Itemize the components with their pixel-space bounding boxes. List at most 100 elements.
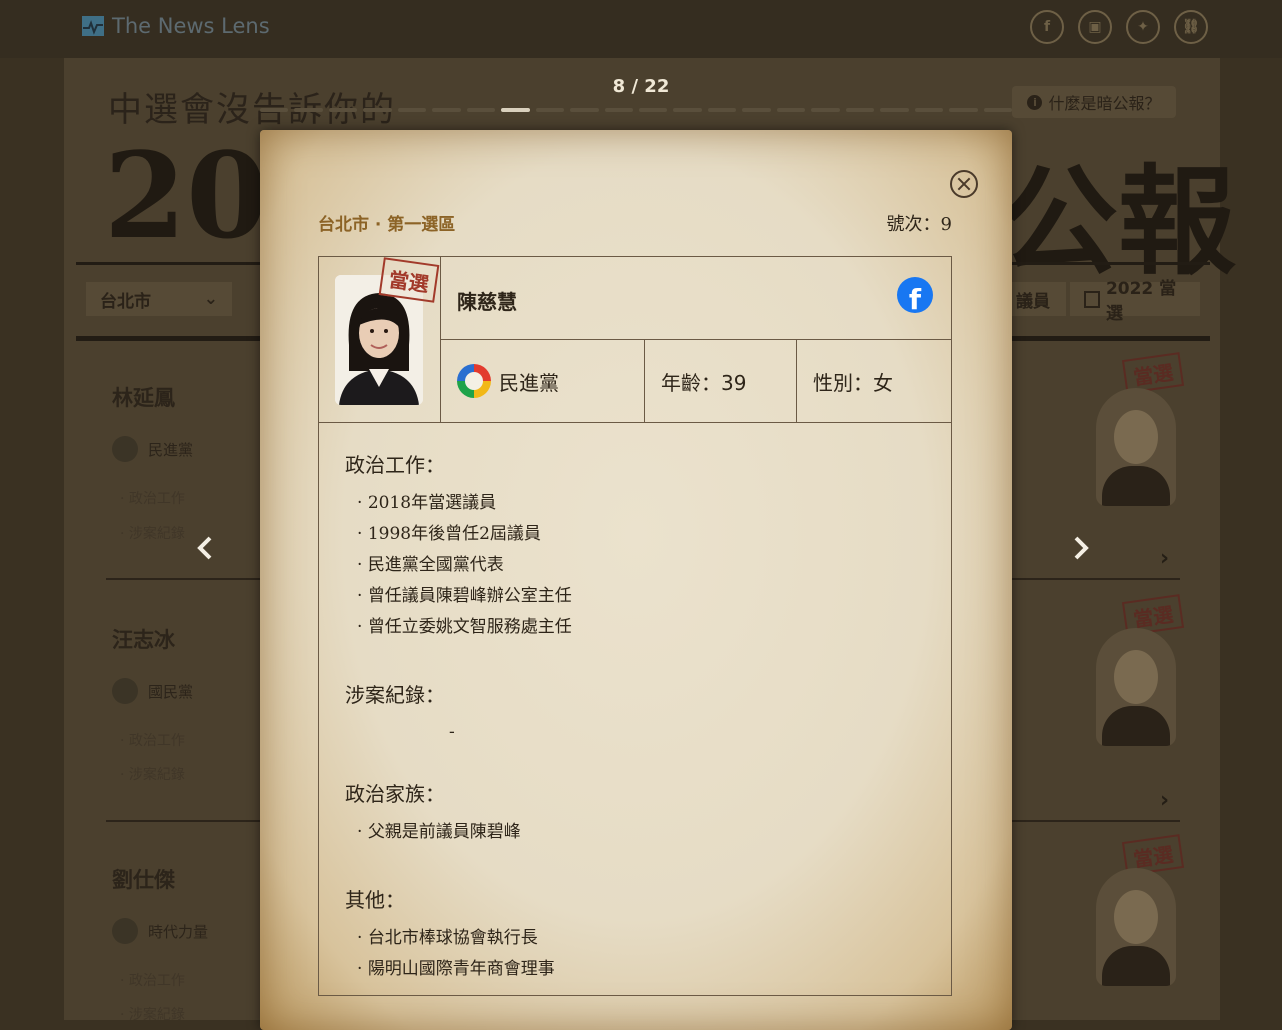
bg-row: · 政治工作 (120, 491, 185, 507)
section-list: 父親是前議員陳碧峰 (345, 817, 925, 848)
top-bar: The News Lens f ▣ ✦ ⛓ (0, 0, 1282, 58)
bg-row: · 涉案紀錄 (120, 767, 185, 783)
gender-cell: 性別：女 (797, 340, 951, 423)
party-label: 民進黨 (499, 370, 559, 395)
filter-chip-partial-label: 議員 (1016, 291, 1050, 312)
progress-segment (501, 108, 530, 112)
next-arrow-icon[interactable] (1066, 530, 1096, 566)
progress-segment (673, 108, 702, 112)
bg-party-label: 民進黨 (148, 440, 194, 459)
progress-segment (570, 108, 599, 112)
name-row: 陳慈慧 f (441, 257, 951, 340)
chevron-right-icon[interactable]: › (1160, 788, 1169, 813)
progress-segment (638, 108, 668, 112)
filter-2022-checkbox[interactable]: 2022 當選 (1070, 279, 1200, 324)
progress-segment (432, 108, 461, 112)
section-list: 台北市棒球協會執行長 陽明山國際青年商會理事 (345, 923, 925, 985)
section-political-family: 政治家族： 父親是前議員陳碧峰 (345, 778, 925, 848)
list-item: 台北市棒球協會執行長 (345, 923, 925, 954)
chevron-down-icon: ⌄ (203, 289, 218, 309)
bg-row: · 政治工作 (120, 973, 185, 989)
section-title: 涉案紀錄： (345, 683, 445, 707)
progress-segment (260, 108, 289, 112)
candidate-details: 政治工作： 2018年當選議員 1998年後曾任2屆議員 民進黨全國黨代表 曾任… (345, 449, 925, 985)
bg-candidate-party: 時代力量 (112, 918, 208, 944)
bg-title-end: 公報 (1000, 152, 1237, 291)
city-select-label: 台北市 (100, 291, 151, 312)
progress-bar (260, 108, 1012, 112)
progress-segment (397, 108, 427, 112)
party-emblem-icon (112, 678, 138, 704)
twitter-share-icon[interactable]: ✦ (1126, 10, 1160, 44)
logo-mark-icon (82, 16, 104, 36)
bg-candidate-party: 國民黨 (112, 678, 193, 704)
bg-party-label: 時代力量 (148, 922, 209, 941)
filter-2022-label: 2022 當選 (1105, 279, 1177, 324)
progress-segment (914, 108, 944, 112)
list-item: 1998年後曾任2屆議員 (345, 519, 925, 550)
district-label: 台北市 · 第一選區 (318, 215, 456, 235)
progress-segment (983, 108, 1012, 112)
bg-candidate-name: 林延鳳 (112, 385, 175, 410)
list-item: 陽明山國際青年商會理事 (345, 954, 925, 985)
close-icon[interactable] (950, 170, 978, 198)
section-title: 政治家族： (345, 782, 445, 806)
party-emblem-icon (112, 436, 138, 462)
facebook-icon[interactable]: f (897, 277, 933, 313)
age-cell: 年齡：39 (645, 340, 797, 423)
bg-row: · 涉案紀錄 (120, 526, 185, 542)
prev-arrow-icon[interactable] (190, 530, 220, 566)
list-item: 民進黨全國黨代表 (345, 550, 925, 581)
progress-segment (294, 108, 323, 112)
progress-segment (363, 108, 392, 112)
age-label: 年齡：39 (661, 370, 747, 395)
candidate-card: 當選 陳慈慧 f 民進黨 年齡：39 性別：女 政治工作： 2018年當選議員 … (318, 256, 952, 996)
progress-segment (466, 108, 496, 112)
bg-candidate-photo (1096, 868, 1176, 986)
dpp-emblem-icon (457, 364, 491, 398)
filter-chip-partial[interactable]: 議員 (1010, 282, 1066, 316)
bg-candidate-photo (1096, 388, 1176, 506)
progress-segment (604, 108, 633, 112)
logo-text: The News Lens (112, 14, 270, 38)
progress-segment (535, 108, 565, 112)
section-title: 其他： (345, 888, 405, 912)
section-legal-record: 涉案紀錄： - (345, 679, 925, 742)
progress-segment (776, 108, 806, 112)
progress-segment (845, 108, 875, 112)
bg-candidate-party: 民進黨 (112, 436, 193, 462)
section-other: 其他： 台北市棒球協會執行長 陽明山國際青年商會理事 (345, 884, 925, 985)
site-logo[interactable]: The News Lens (82, 14, 270, 38)
line-share-icon[interactable]: ▣ (1078, 10, 1112, 44)
photo-cell: 當選 (319, 257, 441, 423)
candidate-modal: 台北市 · 第一選區 號次：9 當選 陳慈慧 f 民進黨 年齡：39 性別：女 … (260, 130, 1012, 1030)
list-item: 曾任立委姚文智服務處主任 (345, 612, 925, 643)
empty-value: - (449, 722, 455, 742)
city-select[interactable]: 台北市 ⌄ (86, 282, 232, 316)
checkbox-icon (1084, 290, 1100, 308)
list-item: 父親是前議員陳碧峰 (345, 817, 925, 848)
list-item: 曾任議員陳碧峰辦公室主任 (345, 581, 925, 612)
gender-label: 性別：女 (813, 370, 893, 395)
candidate-name: 陳慈慧 (457, 290, 517, 314)
section-title: 政治工作： (345, 453, 445, 477)
facebook-share-icon[interactable]: f (1030, 10, 1064, 44)
bg-row: · 涉案紀錄 (120, 1007, 185, 1023)
list-item: 2018年當選議員 (345, 488, 925, 519)
progress-segment (328, 108, 358, 112)
bg-candidate-name: 汪志冰 (112, 627, 175, 652)
progress-segment (811, 108, 840, 112)
link-share-icon[interactable]: ⛓ (1174, 10, 1208, 44)
bg-row: · 政治工作 (120, 733, 185, 749)
progress-segment (949, 108, 978, 112)
chevron-right-icon[interactable]: › (1160, 546, 1169, 571)
section-list: 2018年當選議員 1998年後曾任2屆議員 民進黨全國黨代表 曾任議員陳碧峰辦… (345, 488, 925, 643)
section-political-work: 政治工作： 2018年當選議員 1998年後曾任2屆議員 民進黨全國黨代表 曾任… (345, 449, 925, 643)
bg-candidate-name: 劉仕傑 (112, 867, 175, 892)
progress-segment (880, 108, 909, 112)
progress-segment (742, 108, 771, 112)
ballot-number: 號次：9 (886, 214, 952, 235)
bg-candidate-photo (1096, 628, 1176, 746)
progress-segment (707, 108, 737, 112)
bg-party-label: 國民黨 (148, 682, 194, 701)
